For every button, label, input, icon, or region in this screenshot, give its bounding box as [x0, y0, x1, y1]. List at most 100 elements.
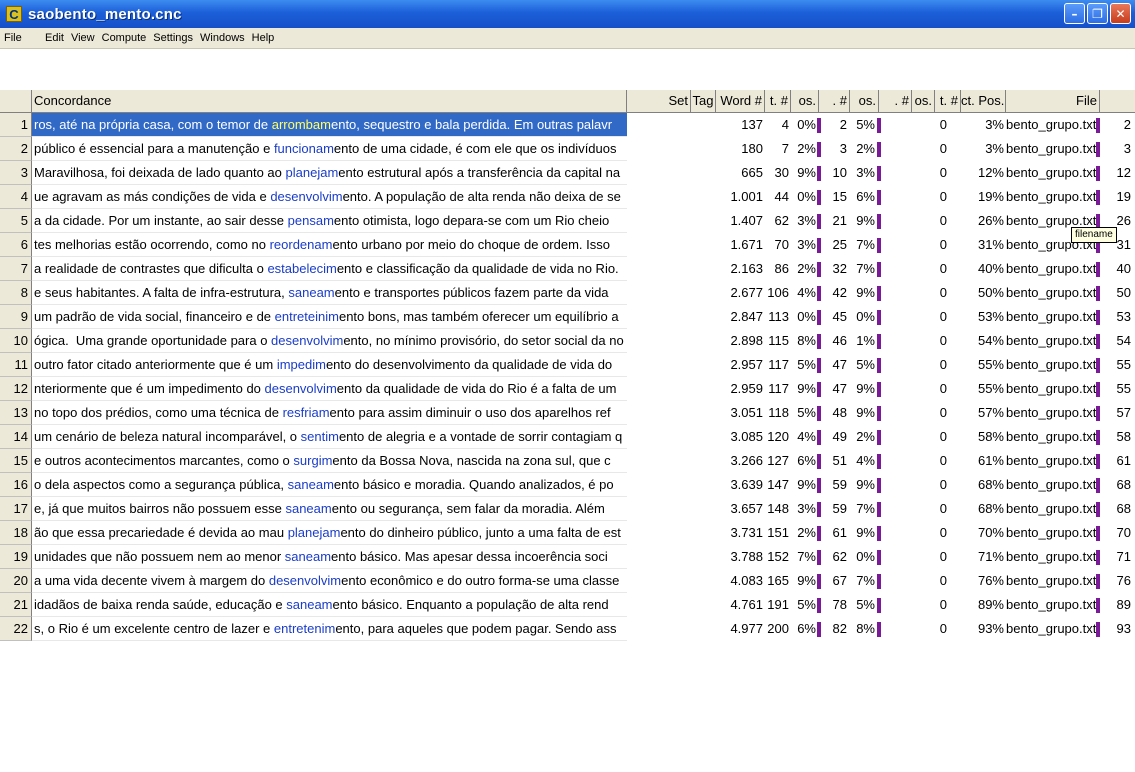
menu-view[interactable]: View — [71, 32, 95, 44]
concordance-line[interactable]: tes melhorias estão ocorrendo, como no r… — [32, 233, 627, 257]
row-number[interactable]: 1 — [0, 113, 32, 137]
concordance-line[interactable]: ue agravam as más condições de vida e de… — [32, 185, 627, 209]
header-text-pos[interactable]: ct. Pos. — [961, 90, 1006, 112]
row-number[interactable]: 17 — [0, 497, 32, 521]
table-row[interactable]: 2 público é essencial para a manutenção e… — [0, 137, 1135, 161]
concordance-line[interactable]: e, já que muitos bairros não possuem ess… — [32, 497, 627, 521]
row-number[interactable]: 15 — [0, 449, 32, 473]
header-sent-number[interactable]: t. # — [765, 90, 791, 112]
row-number[interactable]: 18 — [0, 521, 32, 545]
header-concordance[interactable]: Concordance — [32, 90, 627, 112]
table-row[interactable]: 16 o dela aspectos como a segurança públi… — [0, 473, 1135, 497]
row-number[interactable]: 2 — [0, 137, 32, 161]
concordance-line[interactable]: ros, até na própria casa, com o temor de… — [32, 113, 627, 137]
table-row[interactable]: 15 e outros acontecimentos marcantes, com… — [0, 449, 1135, 473]
table-row[interactable]: 11 outro fator citado anteriormente que é… — [0, 353, 1135, 377]
concordance-line[interactable]: unidades que não possuem nem ao menor sa… — [32, 545, 627, 569]
table-row[interactable]: 8e seus habitantes. A falta de infra-est… — [0, 281, 1135, 305]
row-number[interactable]: 11 — [0, 353, 32, 377]
table-row[interactable]: 13 no topo dos prédios, como uma técnica … — [0, 401, 1135, 425]
table-row[interactable]: 18 ão que essa precariedade é devida ao m… — [0, 521, 1135, 545]
row-number[interactable]: 10 — [0, 329, 32, 353]
table-row[interactable]: 6 tes melhorias estão ocorrendo, como no … — [0, 233, 1135, 257]
menu-edit[interactable]: Edit — [45, 32, 64, 44]
table-row[interactable]: 19 unidades que não possuem nem ao menor … — [0, 545, 1135, 569]
search-word: arrombam — [271, 117, 331, 132]
close-button[interactable]: ✕ — [1110, 3, 1131, 24]
concordance-line[interactable]: um padrão de vida social, financeiro e d… — [32, 305, 627, 329]
table-row[interactable]: 20 a uma vida decente vivem à margem do d… — [0, 569, 1135, 593]
table-row[interactable]: 22 s, o Rio é um excelente centro de laze… — [0, 617, 1135, 641]
header-tag[interactable]: Tag — [691, 90, 716, 112]
menu-windows[interactable]: Windows — [200, 32, 245, 44]
concordance-line[interactable]: s, o Rio é um excelente centro de lazer … — [32, 617, 627, 641]
row-number[interactable]: 13 — [0, 401, 32, 425]
concordance-line[interactable]: e seus habitantes. A falta de infra-estr… — [32, 281, 627, 305]
header-set[interactable]: Set — [627, 90, 691, 112]
table-row[interactable]: 12 nteriormente que é um impedimento do d… — [0, 377, 1135, 401]
sect-number: 0 — [939, 261, 947, 276]
header-head-pos[interactable]: os. — [912, 90, 935, 112]
concordance-line[interactable]: e outros acontecimentos marcantes, como … — [32, 449, 627, 473]
row-number[interactable]: 3 — [0, 161, 32, 185]
header-sent-pos[interactable]: os. — [791, 90, 819, 112]
row-number[interactable]: 22 — [0, 617, 32, 641]
sect-number: 0 — [939, 165, 947, 180]
row-number[interactable]: 6 — [0, 233, 32, 257]
row-number[interactable]: 5 — [0, 209, 32, 233]
menu-settings[interactable]: Settings — [153, 32, 193, 44]
concordance-line[interactable]: público é essencial para a manutenção e … — [32, 137, 627, 161]
concordance-line[interactable]: ógica. Uma grande oportunidade para o de… — [32, 329, 627, 353]
word-number: 180 — [741, 141, 763, 156]
menu-compute[interactable]: Compute — [102, 32, 147, 44]
menu-help[interactable]: Help — [252, 32, 275, 44]
row-number[interactable]: 4 — [0, 185, 32, 209]
row-number[interactable]: 9 — [0, 305, 32, 329]
header-sect-number[interactable]: t. # — [935, 90, 961, 112]
header-corner[interactable] — [0, 90, 32, 112]
table-row[interactable]: 21 idadãos de baixa renda saúde, educação… — [0, 593, 1135, 617]
concordance-line[interactable]: nteriormente que é um impedimento do des… — [32, 377, 627, 401]
row-number[interactable]: 21 — [0, 593, 32, 617]
file-name: bento_grupo.txt — [1006, 549, 1097, 564]
row-number[interactable]: 19 — [0, 545, 32, 569]
row-number[interactable]: 16 — [0, 473, 32, 497]
table-row[interactable]: 7a realidade de contrastes que dificulta… — [0, 257, 1135, 281]
table-row[interactable]: 3 Maravilhosa, foi deixada de lado quanto… — [0, 161, 1135, 185]
concordance-line[interactable]: a uma vida decente vivem à margem do des… — [32, 569, 627, 593]
header-para-number[interactable]: . # — [819, 90, 850, 112]
header-file[interactable]: File — [1006, 90, 1100, 112]
header-head-number[interactable]: . # — [879, 90, 912, 112]
para-number: 51 — [832, 453, 847, 468]
minimize-button[interactable]: – — [1064, 3, 1085, 24]
table-row[interactable]: 9 um padrão de vida social, financeiro e … — [0, 305, 1135, 329]
table-row[interactable]: 4 ue agravam as más condições de vida e d… — [0, 185, 1135, 209]
concordance-line[interactable]: outro fator citado anteriormente que é u… — [32, 353, 627, 377]
row-number[interactable]: 7 — [0, 257, 32, 281]
row-number[interactable]: 12 — [0, 377, 32, 401]
header-word-number[interactable]: Word # — [716, 90, 765, 112]
table-row[interactable]: 17 e, já que muitos bairros não possuem e… — [0, 497, 1135, 521]
concordance-line[interactable]: idadãos de baixa renda saúde, educação e… — [32, 593, 627, 617]
concordance-line[interactable]: a realidade de contrastes que dificulta … — [32, 257, 627, 281]
header-para-pos[interactable]: os. — [850, 90, 879, 112]
concordance-line[interactable]: ão que essa precariedade é devida ao mau… — [32, 521, 627, 545]
title-bar[interactable]: C saobento_mento.cnc – ❐ ✕ — [0, 0, 1135, 28]
row-number[interactable]: 20 — [0, 569, 32, 593]
table-row[interactable]: 14 um cenário de beleza natural incompará… — [0, 425, 1135, 449]
concordance-line[interactable]: a da cidade. Por um instante, ao sair de… — [32, 209, 627, 233]
row-number[interactable]: 14 — [0, 425, 32, 449]
menu-file[interactable]: File — [4, 32, 45, 44]
concordance-line[interactable]: o dela aspectos como a segurança pública… — [32, 473, 627, 497]
concordance-line[interactable]: Maravilhosa, foi deixada de lado quanto … — [32, 161, 627, 185]
maximize-button[interactable]: ❐ — [1087, 3, 1108, 24]
table-row[interactable]: 5a da cidade. Por um instante, ao sair d… — [0, 209, 1135, 233]
context-right: ento econômico e do outro forma-se uma c… — [341, 573, 620, 588]
table-row[interactable]: 10 ógica. Uma grande oportunidade para o … — [0, 329, 1135, 353]
concord-app-icon[interactable]: C — [6, 6, 22, 22]
concordance-line[interactable]: no topo dos prédios, como uma técnica de… — [32, 401, 627, 425]
row-number[interactable]: 8 — [0, 281, 32, 305]
text-pos: 19% — [977, 189, 1004, 204]
table-row[interactable]: 1 ros, até na própria casa, com o temor d… — [0, 113, 1135, 137]
concordance-line[interactable]: um cenário de beleza natural incomparáve… — [32, 425, 627, 449]
